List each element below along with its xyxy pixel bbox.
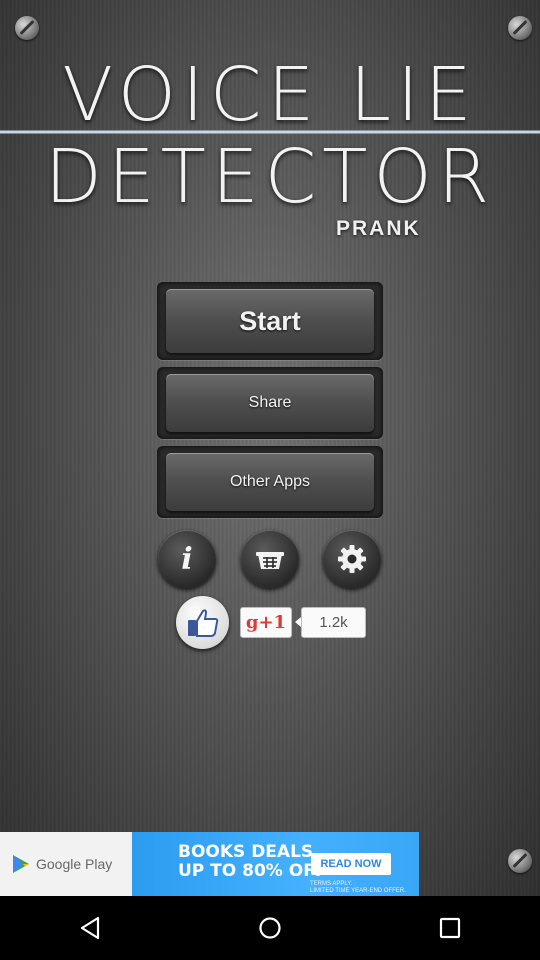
app-screen: VOICE LIE DETECTOR PRANK Start Share Oth… (0, 0, 540, 896)
share-button-label: Share (248, 394, 292, 411)
shop-button[interactable] (241, 530, 299, 588)
nav-recents-button[interactable] (420, 904, 480, 952)
google-plus-one-button[interactable]: g+1 (240, 607, 292, 638)
app-title-line2: DETECTOR (44, 134, 496, 220)
ad-content: BOOKS DEALS UP TO 80% OFF READ NOW TERMS… (132, 832, 419, 896)
gear-icon (338, 545, 366, 573)
ad-terms-line2: LIMITED TIME YEAR-END OFFER. (310, 888, 406, 894)
ad-headline: BOOKS DEALS UP TO 80% OFF (178, 843, 326, 881)
home-icon (259, 917, 281, 939)
ad-banner[interactable]: Google Play BOOKS DEALS UP TO 80% OFF RE… (0, 832, 419, 896)
screw-top-right (508, 16, 532, 40)
info-icon: i (181, 541, 193, 577)
ad-store-label: Google Play (36, 856, 113, 872)
ad-terms: TERMS APPLY. LIMITED TIME YEAR-END OFFER… (310, 881, 406, 895)
nav-home-button[interactable] (240, 904, 300, 952)
back-icon (80, 916, 100, 940)
other-apps-button[interactable]: Other Apps (166, 453, 374, 511)
ad-headline-line1: BOOKS DEALS (178, 842, 314, 862)
share-button[interactable]: Share (166, 374, 374, 432)
nav-back-button[interactable] (60, 904, 120, 952)
info-button[interactable]: i (158, 530, 216, 588)
app-title-line1: VOICE LIE (62, 52, 478, 138)
app-subtitle: PRANK (336, 217, 421, 240)
other-apps-button-frame: Other Apps (157, 446, 383, 518)
screw-bottom-right (508, 849, 532, 873)
recents-icon (439, 917, 461, 939)
like-button[interactable] (176, 596, 229, 649)
basket-icon (256, 552, 284, 569)
ad-read-now-button[interactable]: READ NOW (311, 853, 391, 875)
ad-google-play-badge: Google Play (0, 832, 132, 896)
other-apps-button-label: Other Apps (229, 473, 311, 490)
start-button-frame: Start (157, 282, 383, 360)
thumbs-up-icon (187, 608, 218, 637)
app-title: VOICE LIE DETECTOR (0, 58, 540, 214)
settings-button[interactable] (323, 530, 381, 588)
system-nav-bar (0, 896, 540, 960)
start-button[interactable]: Start (166, 289, 374, 353)
share-button-frame: Share (157, 367, 383, 439)
start-button-label: Start (239, 305, 301, 336)
play-store-icon (13, 855, 29, 873)
plus-one-count: 1.2k (295, 607, 366, 638)
ad-headline-line2: UP TO 80% OFF (178, 861, 327, 881)
screw-top-left (15, 16, 39, 40)
ad-terms-line1: TERMS APPLY. (310, 881, 353, 887)
